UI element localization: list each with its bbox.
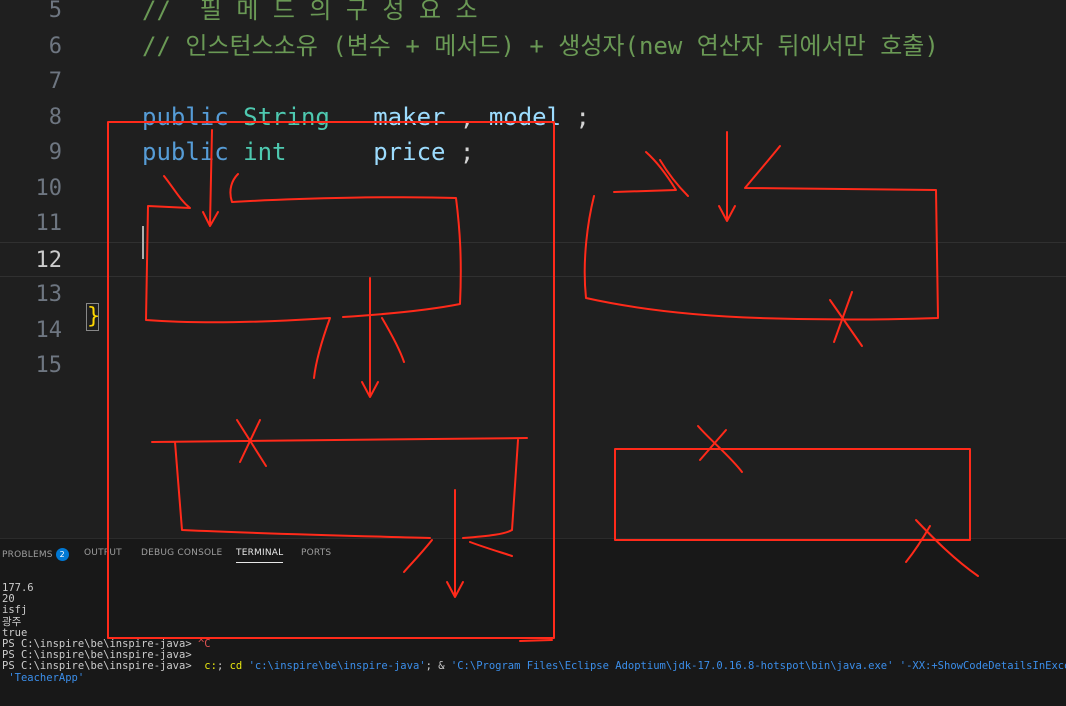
code-text: public int price ; (142, 135, 474, 170)
terminal-token: true (2, 626, 28, 639)
terminal-token: c: (204, 660, 217, 673)
terminal-token: 'C:\Program Files\Eclipse Adoptium\jdk-1… (450, 660, 894, 673)
code-token: ; (445, 138, 475, 166)
tab-terminal[interactable]: TERMINAL (236, 548, 284, 563)
terminal-line: isfj (2, 605, 1066, 616)
code-token: public (142, 138, 229, 166)
line-number: 10 (35, 175, 63, 201)
code-token: , (445, 102, 489, 131)
terminal-token: cd (229, 660, 243, 673)
terminal-token: 20 (2, 593, 15, 606)
terminal-line: 177.6 (2, 582, 1066, 594)
code-token: price (373, 138, 446, 166)
code-line[interactable]: 7 (0, 64, 1066, 99)
code-text: public String maker , model ; (142, 100, 590, 135)
panel-tabs: PROBLEMS 2 OUTPUT DEBUG CONSOLE TERMINAL … (0, 539, 1066, 569)
code-line[interactable]: 11 (0, 206, 1066, 241)
line-number: 9 (48, 140, 62, 165)
code-line[interactable]: 5 // 필 메 드 의 구 성 요 소 (0, 0, 1066, 28)
terminal-token: 177.6 (2, 582, 34, 594)
terminal-line: 광주 (2, 615, 1066, 628)
code-token: String (243, 102, 330, 131)
code-line[interactable]: 9 public int price ; (0, 135, 1066, 170)
terminal-token: ^C (197, 638, 211, 651)
code-line[interactable]: 8 public String maker , model ; (0, 100, 1066, 135)
terminal-token: PS C:\inspire\be\inspire-java> (2, 638, 198, 651)
line-number: 6 (48, 33, 62, 59)
code-line[interactable]: 6 // 인스턴스소유 (변수 + 메서드) + 생성자(new 연산자 뒤에서만… (0, 29, 1066, 64)
tab-problems[interactable]: PROBLEMS 2 (2, 548, 69, 561)
line-number: 11 (35, 211, 63, 236)
code-line[interactable]: 12 (0, 241, 1066, 277)
code-token: model (488, 102, 562, 131)
code-line[interactable]: 15 (0, 348, 1066, 383)
code-token: ; (561, 102, 590, 131)
terminal-token: ; & (425, 660, 451, 673)
terminal-token: 'TeacherApp' (2, 671, 85, 684)
terminal-token: '-XX:+ShowCodeDetailsInExceptionMessages… (899, 660, 1066, 673)
terminal-line: PS C:\inspire\be\inspire-java> c:; cd 'c… (2, 661, 1066, 672)
code-token: int (243, 138, 287, 166)
terminal-token: 광주 (2, 615, 22, 628)
terminal-line: 'TeacherApp' (2, 671, 1066, 684)
terminal-token: ; (216, 660, 230, 673)
line-number: 7 (48, 69, 62, 94)
line-number: 8 (48, 104, 62, 130)
line-number: 15 (35, 353, 63, 378)
code-line[interactable]: 10 (0, 171, 1066, 206)
code-token: public (142, 102, 229, 131)
code-line[interactable]: 14 (0, 313, 1066, 348)
terminal-token: 'c:\inspire\be\inspire-java' (248, 660, 426, 673)
terminal-line: 20 (2, 594, 1066, 605)
code-text: // 필 메 드 의 구 성 요 소 (142, 0, 478, 28)
tab-debug-console[interactable]: DEBUG CONSOLE (141, 548, 222, 558)
terminal-token: isfj (2, 604, 28, 617)
terminal-token: PS C:\inspire\be\inspire-java> (2, 649, 192, 662)
line-number: 12 (35, 247, 63, 273)
closing-brace: } (86, 303, 101, 331)
code-text: // 인스턴스소유 (변수 + 메서드) + 생성자(new 연산자 뒤에서만 … (142, 29, 939, 64)
code-token: maker (373, 102, 446, 131)
code-token: // 필 메 드 의 구 성 요 소 (142, 0, 478, 24)
line-number: 13 (35, 282, 63, 307)
line-number: 5 (48, 0, 62, 23)
bottom-panel: PROBLEMS 2 OUTPUT DEBUG CONSOLE TERMINAL … (0, 538, 1066, 706)
code-editor[interactable]: 5 // 필 메 드 의 구 성 요 소 6 // 인스턴스소유 (변수 + 메서드)… (0, 0, 1066, 538)
tab-problems-label: PROBLEMS (2, 550, 53, 560)
text-cursor (142, 226, 144, 259)
terminal-output[interactable]: 177.6 20 isfj 광주 true PS C:\inspire\be\inspir… (2, 582, 1066, 684)
code-line[interactable]: 13 (0, 277, 1066, 312)
tab-output[interactable]: OUTPUT (84, 548, 122, 558)
code-token: // 인스턴스소유 (변수 + 메서드) + 생성자(new 연산자 뒤에서만 … (142, 31, 939, 60)
tab-ports[interactable]: PORTS (301, 548, 331, 558)
terminal-token: PS C:\inspire\be\inspire-java> (2, 660, 205, 673)
problems-count-badge: 2 (55, 548, 69, 561)
line-number: 14 (35, 317, 63, 343)
